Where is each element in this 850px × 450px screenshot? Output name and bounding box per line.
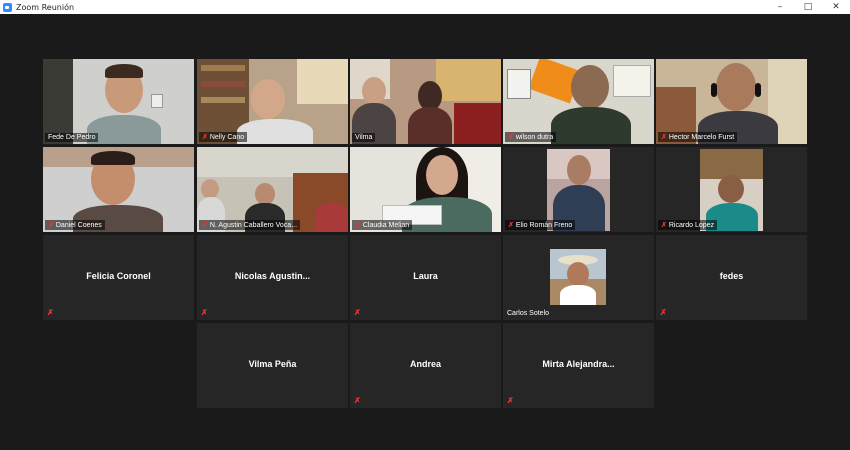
participant-tile[interactable]: ✗ Hector Marcelo Furst: [656, 59, 807, 144]
participant-tile[interactable]: ✗ Daniel Coenes: [43, 147, 194, 232]
participant-tile[interactable]: Carlos Sotelo: [503, 235, 654, 320]
mic-muted-icon: ✗: [48, 222, 54, 229]
participant-tile[interactable]: Vilma: [350, 59, 501, 144]
participant-name-label: ✗ N. Agustin Caballero Voca...: [199, 220, 301, 230]
mic-muted-icon: ✗: [508, 222, 514, 229]
participant-tile[interactable]: Vilma Peña: [197, 323, 348, 408]
minimize-button[interactable]: –: [766, 0, 794, 14]
participant-name-label: ✗ Daniel Coenes: [45, 220, 105, 230]
participant-name-label: ✗ Ricardo Lopez: [658, 220, 718, 230]
mic-muted-icon: ✗: [355, 222, 361, 229]
participant-name-label: ✗ Nelly Cano: [199, 132, 248, 142]
participant-tile[interactable]: ✗ Ricardo Lopez: [656, 147, 807, 232]
participant-name-label: Vilma: [352, 133, 376, 142]
participant-tile[interactable]: Fede De Pedro: [43, 59, 194, 144]
participant-name: fedes: [719, 271, 744, 281]
participant-name-label: Carlos Sotelo: [507, 310, 550, 317]
window-titlebar: Zoom Reunión – □ ✕: [0, 0, 850, 14]
zoom-app-icon: [3, 2, 12, 12]
participant-video: [350, 59, 501, 144]
mic-muted-icon: ✗: [354, 396, 361, 405]
participant-name: Nicolas Agustin...: [234, 271, 311, 281]
participant-name-label: ✗ Elio Román Freno: [505, 220, 576, 230]
participant-video: [43, 59, 194, 144]
participant-name: Laura: [413, 271, 438, 281]
participant-name-label: ✗ wilson dutra: [505, 132, 557, 142]
mic-muted-icon: ✗: [354, 308, 361, 317]
participant-name-label: ✗ Claudia Melian: [352, 220, 413, 230]
participant-tile[interactable]: ✗ N. Agustin Caballero Voca...: [197, 147, 348, 232]
close-button[interactable]: ✕: [822, 0, 850, 14]
mic-muted-icon: ✗: [661, 134, 667, 141]
mic-muted-icon: ✗: [201, 308, 208, 317]
participant-tile[interactable]: Nicolas Agustin... ✗: [197, 235, 348, 320]
participant-name: Felicia Coronel: [86, 271, 151, 281]
participant-tile[interactable]: ✗ wilson dutra: [503, 59, 654, 144]
participant-tile[interactable]: ✗ Claudia Melian: [350, 147, 501, 232]
window-title: Zoom Reunión: [16, 2, 75, 12]
participant-tile[interactable]: ✗ Nelly Cano: [197, 59, 348, 144]
participant-tile[interactable]: Andrea ✗: [350, 323, 501, 408]
mic-muted-icon: ✗: [202, 222, 208, 229]
mic-muted-icon: ✗: [661, 222, 667, 229]
participant-tile[interactable]: Felicia Coronel ✗: [43, 235, 194, 320]
mic-muted-icon: ✗: [202, 134, 208, 141]
participant-tile[interactable]: ✗ Elio Román Freno: [503, 147, 654, 232]
participant-tile[interactable]: Laura ✗: [350, 235, 501, 320]
mic-muted-icon: ✗: [508, 134, 514, 141]
mic-muted-icon: ✗: [47, 308, 54, 317]
window-controls: – □ ✕: [766, 0, 850, 14]
participant-tile[interactable]: fedes ✗: [656, 235, 807, 320]
participant-name-label: Fede De Pedro: [45, 133, 99, 142]
participant-tile[interactable]: Mirta Alejandra... ✗: [503, 323, 654, 408]
participant-name: Vilma Peña: [248, 359, 297, 369]
mic-muted-icon: ✗: [507, 396, 514, 405]
profile-photo: [550, 249, 606, 305]
participant-name-label: ✗ Hector Marcelo Furst: [658, 132, 738, 142]
maximize-button[interactable]: □: [794, 0, 822, 14]
mic-muted-icon: ✗: [660, 308, 667, 317]
participant-name: Andrea: [409, 359, 441, 369]
participant-name: Mirta Alejandra...: [542, 359, 615, 369]
